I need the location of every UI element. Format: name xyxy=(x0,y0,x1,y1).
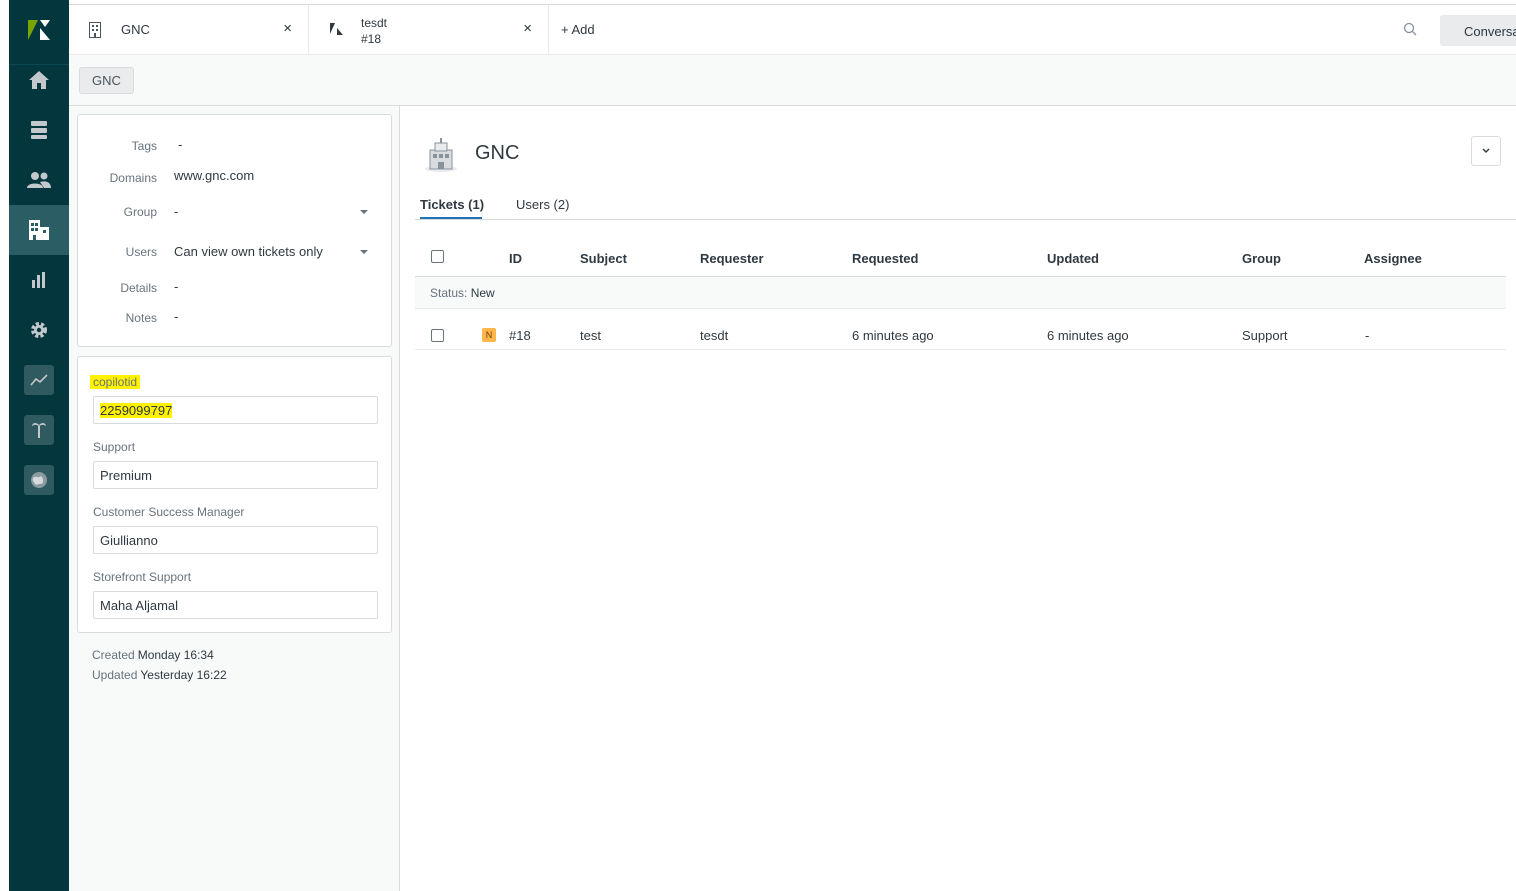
tab-title-line1: tesdt xyxy=(361,16,388,30)
ticket-updated: 6 minutes ago xyxy=(1047,328,1129,343)
custom-fields-card: copilotid 2259099797 Support Premium Cus… xyxy=(77,356,392,633)
column-header-subject[interactable]: Subject xyxy=(580,251,627,266)
page-title: GNC xyxy=(475,142,520,164)
chevron-down-icon[interactable] xyxy=(360,210,368,214)
close-icon[interactable]: × xyxy=(283,20,292,37)
trend-icon xyxy=(30,374,48,386)
support-input[interactable]: Premium xyxy=(93,461,378,489)
bar-chart-icon xyxy=(32,272,45,288)
ticket-icon xyxy=(330,23,343,35)
nav-app-palm[interactable] xyxy=(24,415,54,445)
users-select[interactable]: Can view own tickets only xyxy=(174,244,323,259)
organization-avatar-icon xyxy=(425,138,457,172)
details-field[interactable]: - xyxy=(174,279,178,294)
ticket-requester: tesdt xyxy=(700,328,729,343)
select-all-checkbox[interactable] xyxy=(431,250,444,263)
nav-home[interactable] xyxy=(9,55,69,105)
created-value: Monday 16:34 xyxy=(137,648,214,662)
ticket-requested: 6 minutes ago xyxy=(852,328,934,343)
details-label: Details xyxy=(120,281,157,295)
organization-options-button[interactable] xyxy=(1471,136,1501,166)
chevron-down-icon[interactable] xyxy=(360,250,368,254)
group-select[interactable]: - xyxy=(174,204,178,219)
ticket-subject[interactable]: test xyxy=(580,328,601,343)
ticket-group: Support xyxy=(1242,328,1288,343)
add-tab-button[interactable]: + Add xyxy=(561,22,595,37)
chevron-down-icon xyxy=(1482,148,1490,153)
search-icon[interactable] xyxy=(1403,22,1417,36)
views-icon xyxy=(31,121,47,139)
organization-properties-panel: Tags - Domains www.gnc.com Group - Users… xyxy=(69,106,400,891)
copilotid-value: 2259099797 xyxy=(100,403,173,418)
breadcrumb-organization[interactable]: GNC xyxy=(79,67,134,94)
domains-field[interactable]: www.gnc.com xyxy=(174,168,254,183)
ticket-id[interactable]: #18 xyxy=(509,328,531,343)
tab-title-line2: #18 xyxy=(361,32,382,46)
notes-label: Notes xyxy=(125,311,157,325)
users-label: Users xyxy=(125,245,157,259)
updated-label: Updated xyxy=(92,668,138,682)
csm-input[interactable]: Giullianno xyxy=(93,526,378,554)
nav-app-globe[interactable] xyxy=(24,465,54,495)
tabs-divider xyxy=(415,219,1516,220)
status-badge: N xyxy=(482,328,496,342)
row-divider xyxy=(415,349,1506,350)
tab-ticket-18[interactable]: tesdt #18 × xyxy=(309,5,549,55)
created-label: Created xyxy=(92,648,135,662)
home-icon xyxy=(29,71,49,89)
created-meta: Created Monday 16:34 xyxy=(92,648,214,662)
ticket-assignee: - xyxy=(1365,328,1370,343)
csm-label: Customer Success Manager xyxy=(93,505,245,519)
copilotid-input[interactable]: 2259099797 xyxy=(93,396,378,424)
status-group-key: Status: xyxy=(430,286,468,300)
tab-title: tesdt #18 xyxy=(361,15,387,47)
top-tab-bar: GNC × tesdt #18 × + Add Conversations xyxy=(69,4,1516,55)
status-group-label: Status: New xyxy=(430,286,495,300)
tab-title: GNC xyxy=(121,22,150,37)
gear-icon xyxy=(31,322,47,338)
status-group-row: Status: New xyxy=(415,277,1506,309)
organization-main: GNC Tickets (1) Users (2) ID Subject Req… xyxy=(400,106,1516,891)
column-header-group[interactable]: Group xyxy=(1242,251,1281,266)
properties-card: Tags - Domains www.gnc.com Group - Users… xyxy=(77,114,392,347)
nav-reporting[interactable] xyxy=(9,255,69,305)
globe-icon xyxy=(31,472,47,488)
updated-meta: Updated Yesterday 16:22 xyxy=(92,668,227,682)
tab-organization-gnc[interactable]: GNC × xyxy=(69,5,309,55)
tab-users[interactable]: Users (2) xyxy=(516,197,569,212)
row-checkbox[interactable] xyxy=(431,329,444,342)
users-icon xyxy=(27,172,51,188)
column-header-requester[interactable]: Requester xyxy=(700,251,764,266)
column-header-id[interactable]: ID xyxy=(509,251,522,266)
group-label: Group xyxy=(123,205,157,219)
storefront-support-input[interactable]: Maha Aljamal xyxy=(93,591,378,619)
domains-label: Domains xyxy=(109,171,157,185)
support-label: Support xyxy=(93,440,136,454)
nav-organizations[interactable] xyxy=(9,205,69,255)
palm-tree-icon xyxy=(32,423,46,438)
tags-label: Tags xyxy=(131,139,157,153)
column-header-updated[interactable]: Updated xyxy=(1047,251,1099,266)
tags-field[interactable]: - xyxy=(178,137,182,152)
copilotid-label: copilotid xyxy=(90,375,141,389)
zendesk-logo-icon[interactable] xyxy=(26,18,52,42)
updated-value: Yesterday 16:22 xyxy=(140,668,227,682)
breadcrumb: GNC xyxy=(69,55,1516,106)
notes-field[interactable]: - xyxy=(174,309,178,324)
nav-app-analytics[interactable] xyxy=(24,365,54,395)
close-icon[interactable]: × xyxy=(523,20,532,37)
nav-admin[interactable] xyxy=(9,305,69,355)
nav-customers[interactable] xyxy=(9,155,69,205)
conversations-button[interactable]: Conversations xyxy=(1440,15,1516,46)
building-icon xyxy=(89,22,101,38)
building-icon xyxy=(29,220,49,240)
status-group-value: New xyxy=(470,286,495,300)
column-header-assignee[interactable]: Assignee xyxy=(1364,251,1422,266)
storefront-support-label: Storefront Support xyxy=(93,570,192,584)
tab-tickets[interactable]: Tickets (1) xyxy=(420,197,484,212)
column-header-requested[interactable]: Requested xyxy=(852,251,918,266)
product-sidebar xyxy=(9,0,69,891)
nav-views[interactable] xyxy=(9,105,69,155)
